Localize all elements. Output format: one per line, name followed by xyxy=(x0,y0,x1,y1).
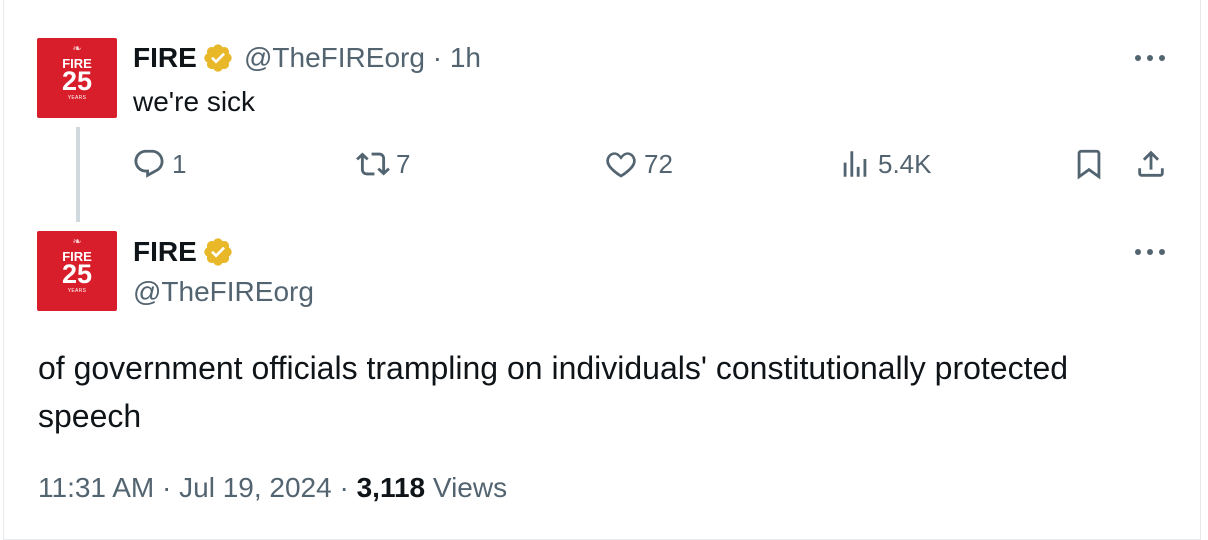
more-icon[interactable] xyxy=(1132,246,1168,258)
thread-line xyxy=(76,127,80,222)
avatar-number: 25 xyxy=(61,66,93,96)
fire-flame-icon: ❧ xyxy=(72,43,82,55)
avatar[interactable]: ❧ FIRE 25 YEARS xyxy=(37,231,117,311)
views-button[interactable]: 5.4K xyxy=(838,144,932,184)
author-handle-line[interactable]: @TheFIREorg · 1h xyxy=(244,42,481,74)
avatar-sub: YEARS xyxy=(67,288,87,294)
author-handle[interactable]: @TheFIREorg xyxy=(244,42,425,73)
more-icon[interactable] xyxy=(1132,52,1168,64)
views-icon xyxy=(843,151,867,177)
tweet-text: of government officials trampling on ind… xyxy=(38,350,1069,434)
bookmark-button[interactable] xyxy=(1072,144,1106,184)
tweet-card: ❧ FIRE 25 YEARS FIRE @TheFIREorg · 1h we… xyxy=(3,0,1201,540)
author-name[interactable]: FIRE xyxy=(133,42,197,74)
repost-button[interactable]: 7 xyxy=(356,144,410,184)
reply-count: 1 xyxy=(172,148,187,179)
author-handle[interactable]: @TheFIREorg xyxy=(133,276,314,308)
separator: · xyxy=(432,42,443,73)
avatar-sub: YEARS xyxy=(67,95,87,101)
views-count: 5.4K xyxy=(878,148,932,179)
verified-badge-icon[interactable] xyxy=(202,236,234,268)
repost-icon xyxy=(356,152,390,176)
like-button[interactable]: 72 xyxy=(604,144,673,184)
fire-flame-icon: ❧ xyxy=(72,236,82,248)
avatar[interactable]: ❧ FIRE 25 YEARS xyxy=(37,38,117,118)
timestamp[interactable]: 1h xyxy=(450,42,481,73)
views-total: 3,118 xyxy=(356,472,426,503)
reply-text: we're sick xyxy=(133,86,256,117)
reply-icon xyxy=(134,149,164,178)
share-icon xyxy=(1138,150,1164,177)
avatar-number: 25 xyxy=(61,259,93,289)
author-name[interactable]: FIRE xyxy=(133,236,197,268)
tweet-date[interactable]: Jul 19, 2024 xyxy=(179,472,332,503)
like-count: 72 xyxy=(644,148,673,179)
separator: · xyxy=(339,472,349,503)
tweet-meta: 11:31 AM · Jul 19, 2024 · 3,118 Views xyxy=(38,470,507,506)
repost-count: 7 xyxy=(396,148,411,179)
reply-button[interactable]: 1 xyxy=(132,144,186,184)
like-icon xyxy=(606,152,636,178)
share-button[interactable] xyxy=(1134,144,1168,184)
views-label: Views xyxy=(432,472,508,503)
tweet-time[interactable]: 11:31 AM xyxy=(38,472,154,503)
bookmark-icon xyxy=(1077,149,1101,180)
separator: · xyxy=(162,472,172,503)
verified-badge-icon[interactable] xyxy=(202,42,234,74)
